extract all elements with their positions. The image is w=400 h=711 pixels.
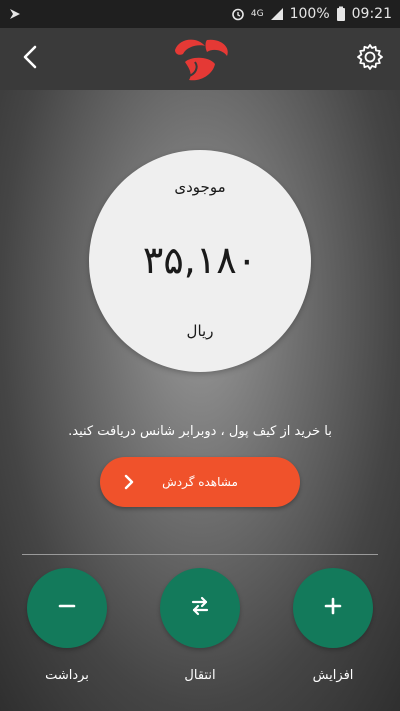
battery-percent: 100% [289,6,330,22]
chevron-left-icon [19,44,41,74]
promo-text: با خرید از کیف پول ، دوبرابر شانس دریافت… [68,424,332,439]
balance-unit: ریال [186,322,214,340]
balance-card: موجودی ۳۵,۱۸۰ ریال [89,150,311,372]
balance-label: موجودی [174,178,226,196]
balance-amount: ۳۵,۱۸۰ [142,238,258,282]
transfer-label: انتقال [184,668,216,683]
signal-icon [270,7,284,21]
network-type: 4G [250,9,264,19]
status-right: 4G 100% 09:21 [231,6,392,22]
wallet-main: موجودی ۳۵,۱۸۰ ریال با خرید از کیف پول ، … [0,90,400,711]
status-bar: 4G 100% 09:21 [0,0,400,28]
alarm-icon [231,7,245,21]
view-history-label: مشاهده گردش [162,475,238,489]
brand-logo [165,32,235,86]
status-left [8,7,22,21]
settings-button[interactable] [352,41,388,77]
back-button[interactable] [12,41,48,77]
clock: 09:21 [351,6,392,22]
divider [22,554,378,555]
withdraw-button[interactable] [27,568,107,648]
chevron-right-icon [120,473,138,491]
deposit-label: افزایش [312,668,354,683]
transfer-button[interactable] [160,568,240,648]
view-history-button[interactable]: مشاهده گردش [100,457,300,507]
transfer-icon [189,595,211,621]
app-header [0,28,400,90]
withdraw-label: برداشت [45,668,89,683]
deposit-button[interactable] [293,568,373,648]
minus-icon [57,596,77,620]
plus-icon [323,596,343,620]
battery-icon [336,6,346,22]
gear-icon [356,43,384,75]
notification-icon [8,7,22,21]
